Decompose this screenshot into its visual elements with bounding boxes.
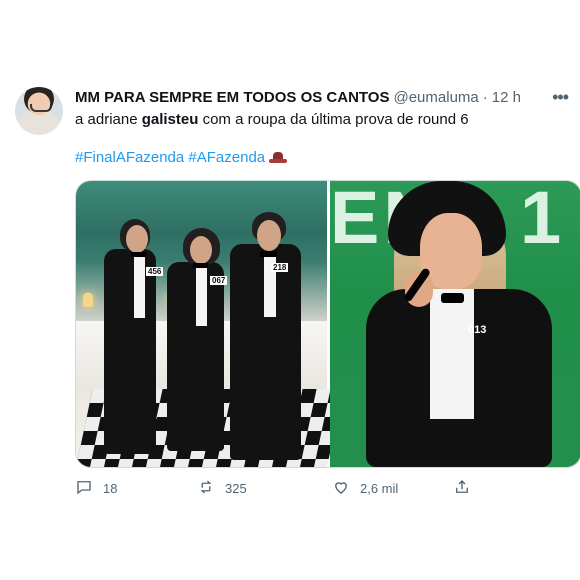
host-bowtie (441, 293, 464, 303)
bowtie-middle (193, 263, 208, 268)
contestant-badge: 013 (468, 324, 487, 336)
retweet-icon[interactable] (197, 478, 215, 499)
media-left-image[interactable]: 456 067 218 (76, 181, 344, 467)
host-shirt (430, 289, 474, 419)
player-number-3: 218 (271, 263, 289, 272)
share-icon[interactable] (453, 478, 471, 499)
tweet-text-prefix: a adriane (75, 111, 142, 128)
like-action[interactable]: 2,6 mil (332, 478, 398, 499)
author-name[interactable]: MM PARA SEMPRE EM TODOS OS CANTOS (75, 89, 389, 106)
media-right-image[interactable]: ENA 1 013 (330, 181, 580, 467)
glasses-icon (30, 104, 52, 112)
hashtags[interactable]: #FinalAFazenda #AFazenda (75, 148, 288, 168)
reply-count: 18 (103, 481, 118, 496)
shirt-left (134, 253, 145, 318)
retweet-count: 325 (225, 481, 247, 496)
person-left (104, 249, 156, 454)
tweet-card[interactable]: MM PARA SEMPRE EM TODOS OS CANTOS @eumal… (0, 0, 580, 580)
player-number-2: 067 (210, 276, 228, 285)
retweet-action[interactable]: 325 (197, 478, 247, 499)
tweet-text: a adriane galisteu com a roupa da última… (75, 110, 565, 130)
like-count: 2,6 mil (360, 481, 399, 496)
author-handle[interactable]: @eumaluma (393, 89, 478, 106)
tweet-header: MM PARA SEMPRE EM TODOS OS CANTOS @eumal… (75, 87, 569, 108)
reply-action[interactable]: 18 (75, 478, 117, 499)
tweet-media[interactable]: 456 067 218 ENA 1 013 (75, 180, 580, 468)
tweet-text-suffix: com a roupa da última prova de round 6 (198, 111, 469, 128)
separator-dot: · (482, 88, 488, 106)
player-number-1: 456 (146, 267, 164, 276)
face-right (257, 220, 281, 251)
face-left (126, 225, 148, 253)
comment-icon[interactable] (75, 478, 93, 499)
shirt-middle (196, 264, 207, 326)
tweet-text-bold: galisteu (141, 111, 199, 128)
hashtag-links[interactable]: #FinalAFazenda #AFazenda (75, 148, 265, 168)
tweet-actions: 18 325 2,6 mil (75, 478, 565, 500)
cowboy-hat-icon (269, 151, 288, 165)
more-icon[interactable]: ••• (552, 87, 569, 108)
heart-icon[interactable] (332, 478, 350, 499)
face-middle (190, 236, 212, 264)
bowtie-right (260, 251, 277, 257)
timestamp[interactable]: 12 h (492, 89, 521, 106)
avatar[interactable] (15, 87, 63, 135)
lamp-icon (83, 293, 93, 307)
share-action[interactable] (453, 478, 471, 499)
bowtie-left (131, 252, 146, 257)
